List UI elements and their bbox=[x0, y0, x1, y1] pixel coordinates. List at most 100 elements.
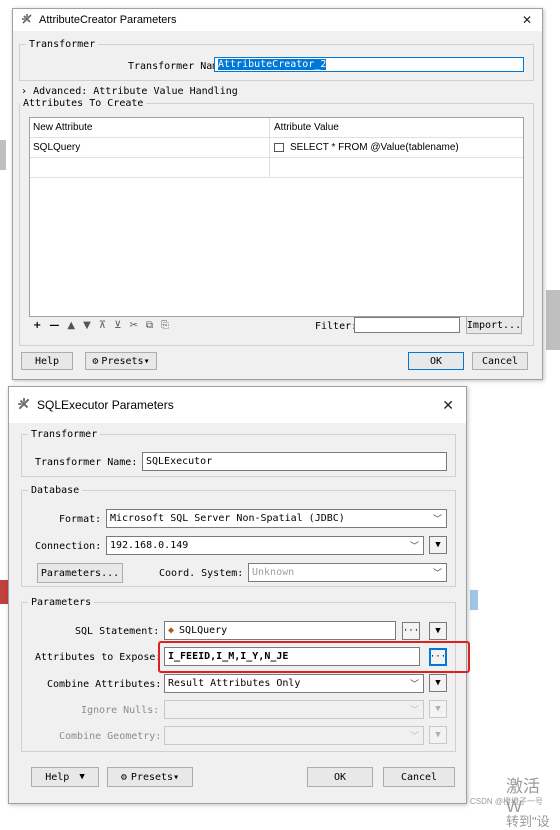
column-header-new-attribute[interactable]: New Attribute bbox=[30, 118, 270, 137]
attributes-table: New Attribute Attribute Value SQLQuery S… bbox=[29, 117, 524, 317]
connection-select[interactable]: 192.168.0.149 ﹀ bbox=[106, 536, 424, 555]
transformer-name-value: SQLExecutor bbox=[146, 456, 213, 467]
move-down-icon[interactable]: ▼ bbox=[83, 320, 91, 331]
cut-icon[interactable]: ✂ bbox=[129, 320, 137, 331]
paste-icon[interactable]: ⎘ bbox=[161, 320, 169, 331]
chevron-down-icon: ﹀ bbox=[432, 514, 442, 525]
close-icon[interactable]: ✕ bbox=[522, 13, 532, 27]
dialog-title: SQLExecutor Parameters bbox=[37, 398, 174, 412]
background-strip-right bbox=[546, 290, 560, 350]
format-value: Microsoft SQL Server Non-Spatial (JDBC) bbox=[110, 513, 345, 524]
move-bottom-icon[interactable]: ⊻ bbox=[114, 320, 121, 331]
transformer-name-label: Transformer Name: bbox=[35, 457, 138, 468]
attribute-value-text: SELECT * FROM @Value(tablename) bbox=[290, 142, 459, 153]
ignore-nulls-dropdown-button[interactable]: ▼ bbox=[429, 700, 447, 718]
background-strip-right-2 bbox=[470, 590, 478, 610]
remove-row-icon[interactable]: — bbox=[49, 320, 59, 331]
transformer-name-input[interactable]: AttributeCreator_2 bbox=[214, 57, 524, 72]
ok-button[interactable]: OK bbox=[307, 767, 373, 787]
empty-cell[interactable] bbox=[30, 158, 270, 177]
chevron-down-icon: ﹀ bbox=[432, 568, 442, 579]
advanced-expander[interactable]: › Advanced: Attribute Value Handling bbox=[21, 86, 238, 97]
combine-attrs-dropdown-button[interactable]: ▼ bbox=[429, 674, 447, 692]
chevron-down-icon: ▼ bbox=[79, 772, 85, 782]
csdn-watermark: CSDN @橙橙子一号 bbox=[470, 797, 544, 806]
group-title: Transformer bbox=[31, 429, 98, 440]
table-toolbar: + — ▲ ▼ ⊼ ⊻ ✂ ⧉ ⎘ bbox=[33, 320, 169, 331]
coord-system-value: Unknown bbox=[252, 567, 295, 578]
filter-label: Filter: bbox=[315, 321, 358, 332]
presets-button[interactable]: ⚙ Presets▾ bbox=[85, 352, 157, 370]
title-bar: AttributeCreator Parameters ✕ bbox=[13, 9, 542, 31]
transformer-name-input[interactable]: SQLExecutor bbox=[142, 452, 447, 471]
background-strip-left-2 bbox=[0, 580, 8, 604]
attrs-expose-label: Attributes to Expose: bbox=[35, 652, 162, 663]
table-header: New Attribute Attribute Value bbox=[30, 118, 523, 138]
table-row-empty[interactable] bbox=[30, 158, 523, 178]
sql-statement-value: SQLQuery bbox=[179, 625, 228, 636]
coord-system-select[interactable]: Unknown ﹀ bbox=[248, 563, 447, 582]
sql-statement-ellipsis-button[interactable]: ··· bbox=[402, 622, 420, 640]
sql-statement-label: SQL Statement: bbox=[75, 626, 160, 637]
attribute-name-cell[interactable]: SQLQuery bbox=[30, 138, 270, 157]
sql-statement-input[interactable]: ◆ SQLQuery bbox=[164, 621, 396, 640]
move-top-icon[interactable]: ⊼ bbox=[99, 320, 106, 331]
background-strip-left bbox=[0, 140, 6, 170]
close-icon[interactable]: ✕ bbox=[442, 397, 454, 414]
attribute-value-cell[interactable]: SELECT * FROM @Value(tablename) bbox=[270, 138, 523, 157]
chevron-down-icon: ﹀ bbox=[409, 541, 419, 552]
column-header-attribute-value[interactable]: Attribute Value bbox=[270, 118, 523, 137]
combine-attrs-value: Result Attributes Only bbox=[168, 678, 301, 689]
chevron-down-icon: ﹀ bbox=[409, 705, 419, 716]
group-title: Transformer bbox=[29, 39, 96, 50]
presets-icon: ⚙ bbox=[120, 771, 127, 783]
dialog-title: AttributeCreator Parameters bbox=[39, 14, 177, 26]
empty-cell[interactable] bbox=[270, 158, 523, 177]
cancel-button[interactable]: Cancel bbox=[383, 767, 455, 787]
import-button[interactable]: Import... bbox=[466, 316, 522, 334]
help-label: Help bbox=[34, 355, 60, 367]
help-label: Help bbox=[45, 771, 70, 783]
presets-label: Presets▾ bbox=[130, 771, 180, 783]
combine-attrs-select[interactable]: Result Attributes Only ﹀ bbox=[164, 674, 424, 693]
filter-input[interactable] bbox=[354, 317, 460, 333]
group-title: Database bbox=[31, 485, 80, 496]
ok-button[interactable]: OK bbox=[408, 352, 464, 370]
advanced-label: Advanced: Attribute Value Handling bbox=[33, 86, 238, 97]
combine-geometry-select[interactable]: ﹀ bbox=[164, 726, 424, 745]
attribute-value-icon: ◆ bbox=[168, 625, 175, 636]
group-title: Attributes To Create bbox=[23, 98, 144, 109]
ignore-nulls-label: Ignore Nulls: bbox=[81, 705, 160, 716]
help-button[interactable]: Help ▼ bbox=[31, 767, 99, 787]
chevron-down-icon: ﹀ bbox=[409, 679, 419, 690]
editor-icon[interactable] bbox=[274, 143, 284, 152]
presets-icon: ⚙ bbox=[92, 355, 99, 367]
cancel-button[interactable]: Cancel bbox=[472, 352, 528, 370]
connection-dropdown-button[interactable]: ▼ bbox=[429, 536, 447, 554]
transformer-icon bbox=[21, 13, 33, 28]
chevron-down-icon: ﹀ bbox=[409, 731, 419, 742]
group-title: Parameters bbox=[31, 597, 92, 608]
move-up-icon[interactable]: ▲ bbox=[67, 320, 75, 331]
highlight-callout bbox=[158, 641, 470, 673]
help-button[interactable]: Help bbox=[21, 352, 73, 370]
sql-statement-dropdown-button[interactable]: ▼ bbox=[429, 622, 447, 640]
transformer-icon bbox=[17, 397, 31, 414]
format-select[interactable]: Microsoft SQL Server Non-Spatial (JDBC) … bbox=[106, 509, 447, 528]
title-bar: SQLExecutor Parameters ✕ bbox=[9, 387, 466, 423]
add-row-icon[interactable]: + bbox=[33, 320, 41, 331]
combine-geometry-dropdown-button[interactable]: ▼ bbox=[429, 726, 447, 744]
copy-icon[interactable]: ⧉ bbox=[146, 320, 153, 331]
coord-system-label: Coord. System: bbox=[159, 568, 244, 579]
ignore-nulls-select[interactable]: ﹀ bbox=[164, 700, 424, 719]
parameters-button[interactable]: Parameters... bbox=[37, 563, 123, 583]
presets-button[interactable]: ⚙ Presets▾ bbox=[107, 767, 193, 787]
chevron-right-icon: › bbox=[21, 86, 28, 97]
combine-geometry-label: Combine Geometry: bbox=[59, 731, 162, 742]
combine-attrs-label: Combine Attributes: bbox=[47, 679, 162, 690]
format-label: Format: bbox=[59, 514, 102, 525]
attribute-creator-dialog: AttributeCreator Parameters ✕ Transforme… bbox=[12, 8, 543, 380]
table-row[interactable]: SQLQuery SELECT * FROM @Value(tablename) bbox=[30, 138, 523, 158]
sqlexecutor-dialog: SQLExecutor Parameters ✕ Transformer Tra… bbox=[8, 386, 470, 804]
presets-label: Presets▾ bbox=[101, 355, 150, 367]
